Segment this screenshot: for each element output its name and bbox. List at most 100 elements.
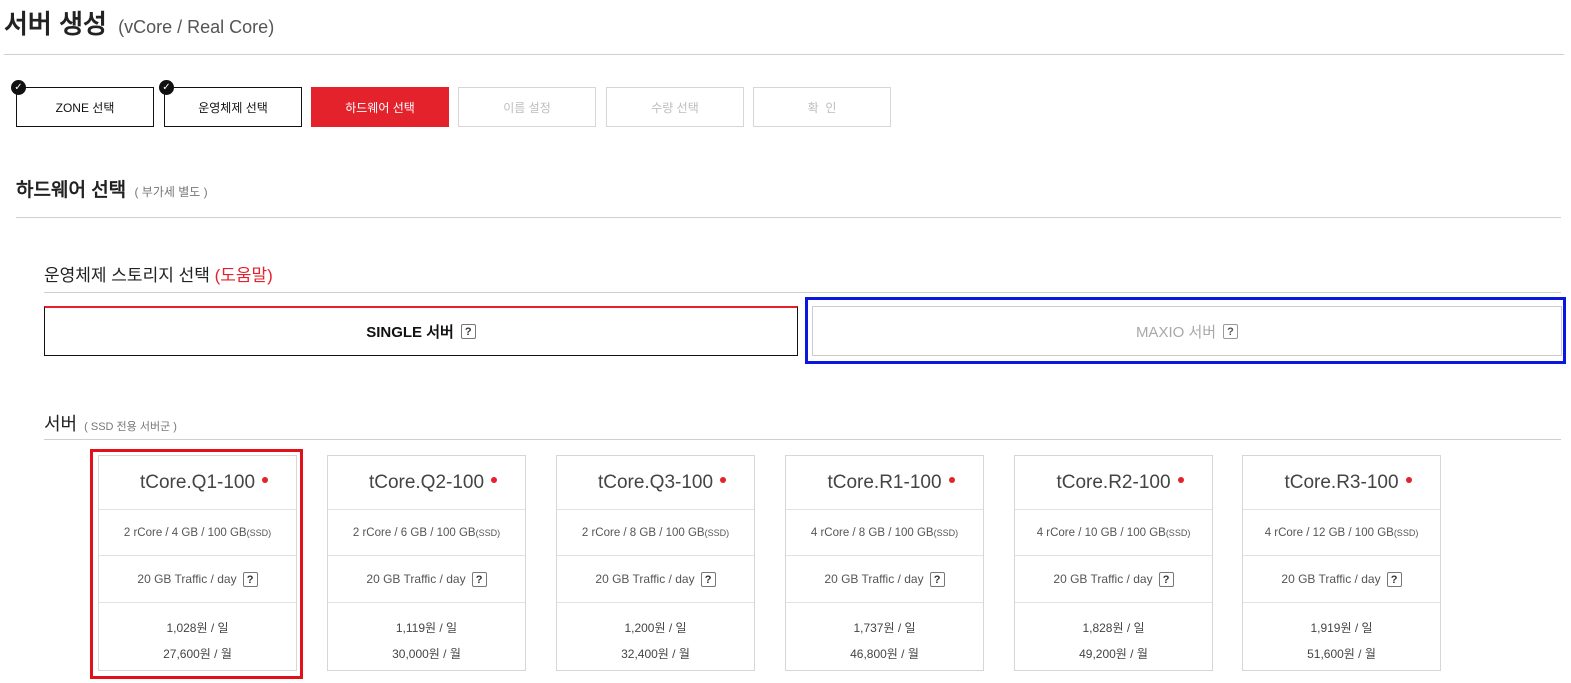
card-traffic-text: 20 GB Traffic / day [1053, 572, 1153, 586]
card-price: 1,737원 / 일 46,800원 / 월 [786, 603, 983, 667]
card-spec: 2 rCore / 6 GB / 100 GB (SSD) [328, 510, 525, 556]
card-name-row: tCore.R1-100 [786, 456, 983, 510]
server-card-r2[interactable]: tCore.R2-100 4 rCore / 10 GB / 100 GB (SS… [1014, 455, 1213, 671]
card-monthly-price: 51,600원 / 월 [1307, 647, 1376, 661]
step-quantity[interactable]: 수량 선택 [606, 87, 744, 127]
status-dot-icon [1406, 477, 1412, 483]
card-name: tCore.R3-100 [1284, 471, 1399, 493]
os-storage-title-text: 운영체제 스토리지 선택 [44, 266, 210, 285]
card-traffic-text: 20 GB Traffic / day [824, 572, 924, 586]
step-confirm[interactable]: 확 인 [753, 87, 891, 127]
step-label: 하드웨어 선택 [345, 100, 415, 115]
card-price: 1,828원 / 일 49,200원 / 월 [1015, 603, 1212, 667]
server-card-q2[interactable]: tCore.Q2-100 2 rCore / 6 GB / 100 GB (SSD… [327, 455, 526, 671]
help-icon[interactable]: ? [460, 324, 476, 339]
card-monthly-price: 49,200원 / 월 [1079, 647, 1148, 661]
step-label: 수량 선택 [651, 100, 699, 115]
card-traffic: 20 GB Traffic / day ? [786, 556, 983, 603]
card-traffic-text: 20 GB Traffic / day [1281, 572, 1381, 586]
card-daily-price: 1,119원 / 일 [395, 621, 458, 635]
os-storage-divider [44, 292, 1561, 293]
check-icon: ✓ [159, 80, 174, 95]
help-icon[interactable]: ? [929, 571, 945, 587]
card-traffic-text: 20 GB Traffic / day [595, 572, 695, 586]
help-link[interactable]: (도움말) [215, 266, 273, 285]
hardware-title-text: 하드웨어 선택 [16, 180, 127, 201]
step-label: 운영체제 선택 [198, 100, 268, 115]
card-spec: 2 rCore / 8 GB / 100 GB (SSD) [557, 510, 754, 556]
card-ssd-tag: (SSD) [704, 527, 730, 538]
status-dot-icon [491, 477, 497, 483]
card-price: 1,919원 / 일 51,600원 / 월 [1243, 603, 1440, 667]
card-spec-text: 4 rCore / 12 GB / 100 GB [1264, 526, 1394, 539]
step-zone[interactable]: ✓ ZONE 선택 [11, 80, 154, 127]
card-traffic: 20 GB Traffic / day ? [557, 556, 754, 603]
card-monthly-price: 46,800원 / 월 [850, 647, 919, 661]
server-card-q3[interactable]: tCore.Q3-100 2 rCore / 8 GB / 100 GB (SSD… [556, 455, 755, 671]
server-title-text: 서버 [44, 414, 78, 434]
card-spec-text: 2 rCore / 8 GB / 100 GB [581, 526, 705, 539]
card-name: tCore.R1-100 [827, 471, 942, 493]
card-name-row: tCore.R2-100 [1015, 456, 1212, 510]
card-traffic: 20 GB Traffic / day ? [328, 556, 525, 603]
status-dot-icon [720, 477, 726, 483]
card-ssd-tag: (SSD) [475, 527, 501, 538]
single-server-label: SINGLE 서버 [366, 324, 454, 341]
help-icon[interactable]: ? [1158, 571, 1174, 587]
section-divider [16, 217, 1561, 218]
card-price: 1,200원 / 일 32,400원 / 월 [557, 603, 754, 667]
server-card-r1[interactable]: tCore.R1-100 4 rCore / 8 GB / 100 GB (SSD… [785, 455, 984, 671]
card-monthly-price: 32,400원 / 월 [621, 647, 690, 661]
card-traffic: 20 GB Traffic / day ? [1243, 556, 1440, 603]
card-traffic-text: 20 GB Traffic / day [366, 572, 466, 586]
hardware-section-title: 하드웨어 선택 ( 부가세 별도 ) [16, 175, 208, 202]
card-name: tCore.R2-100 [1056, 471, 1171, 493]
card-price: 1,119원 / 일 30,000원 / 월 [328, 603, 525, 667]
highlight-frame-red [90, 449, 303, 679]
step-name[interactable]: 이름 설정 [458, 87, 596, 127]
card-name-row: tCore.Q2-100 [328, 456, 525, 510]
step-label: 확 인 [807, 100, 837, 115]
card-ssd-tag: (SSD) [1165, 527, 1191, 538]
card-name-row: tCore.Q3-100 [557, 456, 754, 510]
card-daily-price: 1,200원 / 일 [624, 621, 687, 635]
step-hardware[interactable]: 하드웨어 선택 [311, 87, 449, 127]
step-label: ZONE 선택 [55, 100, 115, 115]
page-subtitle: (vCore / Real Core) [118, 17, 275, 37]
vat-note: ( 부가세 별도 ) [134, 185, 208, 199]
server-section-title: 서버 ( SSD 전용 서버군 ) [44, 410, 177, 436]
os-storage-title: 운영체제 스토리지 선택 (도움말) [44, 261, 273, 286]
status-dot-icon [949, 477, 955, 483]
card-daily-price: 1,828원 / 일 [1082, 621, 1145, 635]
card-daily-price: 1,737원 / 일 [853, 621, 916, 635]
status-dot-icon [1178, 477, 1184, 483]
check-icon: ✓ [11, 80, 26, 95]
card-spec: 4 rCore / 12 GB / 100 GB (SSD) [1243, 510, 1440, 556]
card-ssd-tag: (SSD) [1393, 527, 1419, 538]
card-daily-price: 1,919원 / 일 [1310, 621, 1373, 635]
help-icon[interactable]: ? [1386, 571, 1402, 587]
highlight-frame-blue [805, 297, 1566, 364]
card-spec-text: 4 rCore / 8 GB / 100 GB [810, 526, 934, 539]
help-icon[interactable]: ? [471, 571, 487, 587]
card-name: tCore.Q3-100 [597, 471, 714, 493]
card-traffic: 20 GB Traffic / day ? [1015, 556, 1212, 603]
single-server-button[interactable]: SINGLE 서버 ? [44, 306, 798, 356]
card-spec-text: 2 rCore / 6 GB / 100 GB [352, 526, 476, 539]
help-icon[interactable]: ? [700, 571, 716, 587]
server-note: ( SSD 전용 서버군 ) [84, 421, 177, 433]
card-ssd-tag: (SSD) [933, 527, 959, 538]
page-title-text: 서버 생성 [4, 9, 107, 39]
step-label: 이름 설정 [503, 100, 551, 115]
card-name: tCore.Q2-100 [368, 471, 485, 493]
card-spec: 4 rCore / 8 GB / 100 GB (SSD) [786, 510, 983, 556]
server-divider [44, 439, 1561, 440]
card-spec: 4 rCore / 10 GB / 100 GB (SSD) [1015, 510, 1212, 556]
step-os[interactable]: ✓ 운영체제 선택 [159, 80, 302, 127]
server-card-r3[interactable]: tCore.R3-100 4 rCore / 12 GB / 100 GB (SS… [1242, 455, 1441, 671]
header-divider [4, 54, 1564, 55]
card-spec-text: 4 rCore / 10 GB / 100 GB [1036, 526, 1166, 539]
card-name-row: tCore.R3-100 [1243, 456, 1440, 510]
card-monthly-price: 30,000원 / 월 [392, 647, 461, 661]
page-title: 서버 생성 (vCore / Real Core) [4, 4, 274, 41]
